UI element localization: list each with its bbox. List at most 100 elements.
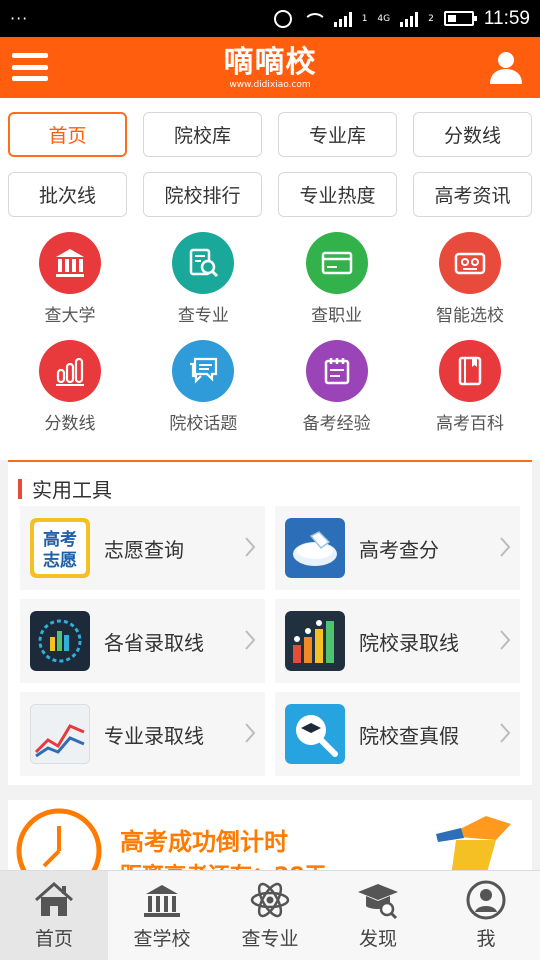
tab-score-line[interactable]: 分数线 <box>413 112 532 157</box>
school-icon <box>144 885 180 917</box>
feature-exam-experience[interactable]: 备考经验 <box>274 340 400 434</box>
tool-label: 专业录取线 <box>104 723 204 748</box>
feature-exam-encyclopedia[interactable]: 高考百科 <box>407 340 533 434</box>
app-logo: 嘀嘀校 www.didixiao.com <box>223 44 317 90</box>
tab-home[interactable]: 首页 <box>8 112 127 157</box>
clock-icon <box>16 808 102 870</box>
sim2-label: 2 <box>428 13 434 24</box>
feature-label: 备考经验 <box>302 414 371 434</box>
province-line-icon <box>30 611 90 671</box>
feature-grid: 查大学 查专业 查职业 智能选校 分数线 院校话题 备考经验 高考百科 <box>0 232 540 434</box>
document-search-icon <box>172 232 235 294</box>
user-profile-icon[interactable] <box>488 49 524 85</box>
nav-label: 查学校 <box>133 928 191 950</box>
chevron-right-icon <box>245 630 256 650</box>
tool-volunteer-query[interactable]: 高考 志愿 志愿查询 <box>20 506 265 590</box>
signal-1-icon <box>333 11 352 27</box>
sim1-label: 1 <box>361 13 368 24</box>
app-name: 嘀嘀校 <box>223 44 317 80</box>
tab-exam-news[interactable]: 高考资讯 <box>413 172 532 217</box>
countdown-banner[interactable]: 高考成功倒计时 距离高考还有：28天 <box>8 800 532 870</box>
tool-score-check[interactable]: 高考查分 <box>275 506 520 590</box>
feature-find-career[interactable]: 查职业 <box>274 232 400 326</box>
book-icon <box>438 340 501 402</box>
tool-college-line[interactable]: 院校录取线 <box>275 599 520 683</box>
menu-icon[interactable] <box>12 53 48 81</box>
university-icon <box>39 232 101 294</box>
tool-label: 院校查真假 <box>359 723 459 748</box>
tools-grid: 高考 志愿 志愿查询 高考查分 各省录取线 院校录取线 专业录取线 院校查真假 <box>20 506 520 776</box>
feature-find-university[interactable]: 查大学 <box>7 232 133 326</box>
nav-label: 发现 <box>358 928 397 950</box>
category-tabs: 首页 院校库 专业库 分数线 批次线 院校排行 专业热度 高考资讯 <box>8 112 532 217</box>
chevron-right-icon <box>500 723 511 743</box>
banner-title: 高考成功倒计时 <box>120 828 288 856</box>
feature-label: 查职业 <box>311 306 363 326</box>
tool-label: 高考查分 <box>359 537 439 562</box>
chevron-right-icon <box>245 537 256 557</box>
tool-label: 各省录取线 <box>104 630 204 655</box>
volunteer-icon: 高考 志愿 <box>30 518 90 578</box>
card-icon <box>305 232 368 294</box>
graduation-cap-icon <box>358 884 398 920</box>
home-icon <box>35 881 73 916</box>
major-line-icon <box>30 704 90 764</box>
feature-label: 分数线 <box>44 414 96 434</box>
chat-icon <box>172 340 235 402</box>
nav-home[interactable]: 首页 <box>0 871 108 960</box>
feature-label: 院校话题 <box>169 414 238 434</box>
tape-icon <box>438 232 501 294</box>
college-line-icon <box>285 611 345 671</box>
tab-batch-line[interactable]: 批次线 <box>8 172 127 217</box>
feature-label: 智能选校 <box>435 306 504 326</box>
tool-label: 志愿查询 <box>104 537 184 562</box>
nav-majors[interactable]: 查专业 <box>216 871 324 960</box>
calendar-icon <box>305 340 368 402</box>
clock-time: 11:59 <box>483 7 530 29</box>
wifi-icon <box>302 11 327 27</box>
feature-label: 查专业 <box>177 306 229 326</box>
main-content: 首页 院校库 专业库 分数线 批次线 院校排行 专业热度 高考资讯 查大学 查专… <box>0 98 540 460</box>
app-url: www.didixiao.com <box>229 79 311 90</box>
tool-verify-college[interactable]: 院校查真假 <box>275 692 520 776</box>
verify-icon <box>285 704 345 764</box>
status-bar: ··· 1 4G 2 11:59 <box>0 0 540 37</box>
svg-text:高考: 高考 <box>43 529 77 550</box>
mascot-icon <box>436 816 511 870</box>
tools-section: 实用工具 高考 志愿 志愿查询 高考查分 各省录取线 院校录取线 专业录取线 院… <box>8 460 532 785</box>
nav-schools[interactable]: 查学校 <box>108 871 216 960</box>
tool-province-line[interactable]: 各省录取线 <box>20 599 265 683</box>
alarm-icon <box>273 9 292 28</box>
feature-score-line[interactable]: 分数线 <box>7 340 133 434</box>
nav-label: 查专业 <box>241 928 299 950</box>
notification-dots: ··· <box>10 9 29 28</box>
nav-label: 我 <box>476 928 496 950</box>
banner-subtitle: 距离高考还有：28天 <box>120 858 327 870</box>
tab-college-library[interactable]: 院校库 <box>143 112 262 157</box>
score-check-icon <box>285 518 345 578</box>
feature-college-topics[interactable]: 院校话题 <box>140 340 266 434</box>
network-type: 4G <box>377 13 391 24</box>
tab-college-ranking[interactable]: 院校排行 <box>143 172 262 217</box>
tool-major-line[interactable]: 专业录取线 <box>20 692 265 776</box>
battery-icon <box>443 11 477 26</box>
bottom-nav: 首页 查学校 查专业 发现 我 <box>0 870 540 960</box>
tools-title: 实用工具 <box>18 474 112 503</box>
feature-label: 查大学 <box>44 306 96 326</box>
nav-discover[interactable]: 发现 <box>324 871 432 960</box>
feature-label: 高考百科 <box>435 414 504 434</box>
tab-major-library[interactable]: 专业库 <box>278 112 397 157</box>
user-icon <box>466 880 506 920</box>
feature-smart-select[interactable]: 智能选校 <box>407 232 533 326</box>
atom-icon <box>250 882 290 918</box>
chevron-right-icon <box>500 537 511 557</box>
signal-2-icon <box>400 11 419 27</box>
feature-find-major[interactable]: 查专业 <box>140 232 266 326</box>
nav-label: 首页 <box>34 928 73 950</box>
nav-me[interactable]: 我 <box>432 871 540 960</box>
chevron-right-icon <box>245 723 256 743</box>
app-header: 嘀嘀校 www.didixiao.com <box>0 37 540 98</box>
bar-chart-icon <box>39 340 101 402</box>
tab-major-popularity[interactable]: 专业热度 <box>278 172 397 217</box>
tool-label: 院校录取线 <box>359 630 459 655</box>
